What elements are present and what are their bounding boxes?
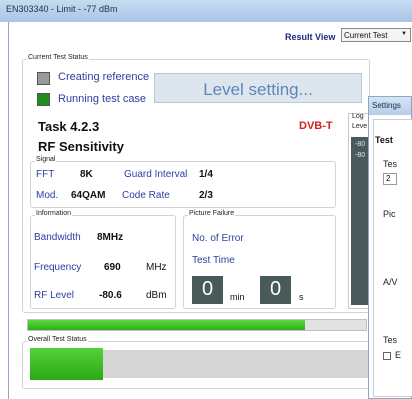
- guard-interval-label: Guard Interval: [124, 169, 188, 180]
- picture-failure-group-label: Picture Failure: [188, 210, 236, 217]
- test-time-label: Test Time: [192, 255, 235, 266]
- result-view-value: Current Test: [344, 31, 388, 40]
- settings-title[interactable]: Settings: [369, 97, 411, 115]
- chevron-down-icon: ▼: [401, 31, 407, 37]
- no-of-error-label: No. of Error: [192, 233, 244, 244]
- fft-value: 8K: [80, 169, 93, 180]
- frequency-label: Frequency: [34, 262, 82, 273]
- running-test-case-label: Running test case: [58, 93, 147, 105]
- guard-interval-value: 1/4: [199, 169, 213, 180]
- task-id: Task 4.2.3: [38, 119, 100, 134]
- overall-test-status-label: Overall Test Status: [27, 336, 88, 343]
- creating-reference-label: Creating reference: [58, 71, 150, 83]
- minutes-unit: min: [230, 292, 245, 302]
- title-bar: EN303340 - Limit - -77 dBm: [0, 0, 412, 22]
- signal-group-label: Signal: [35, 156, 57, 163]
- bandwidth-value: 8MHz: [97, 232, 124, 243]
- result-view-label: Result View: [285, 32, 336, 42]
- minutes-display: 0: [192, 276, 223, 304]
- information-group-label: Information: [35, 210, 73, 217]
- settings-av-label: A/V: [383, 277, 398, 287]
- fft-label: FFT: [36, 169, 55, 180]
- overall-progress-track: [103, 350, 373, 378]
- rf-level-label: RF Level: [34, 290, 75, 301]
- test-progress-bar: [27, 319, 367, 331]
- running-test-case-checkbox[interactable]: [37, 93, 50, 106]
- bandwidth-label: Bandwidth: [34, 232, 81, 243]
- mod-label: Mod.: [36, 190, 59, 201]
- settings-test2-label: Tes: [383, 335, 398, 345]
- result-view-select[interactable]: Current Test ▼: [341, 28, 411, 42]
- level-setting-status: Level setting...: [154, 73, 362, 103]
- frequency-value: 690: [104, 262, 121, 273]
- code-rate-label: Code Rate: [122, 190, 170, 201]
- settings-picture-label: Pic: [383, 209, 396, 219]
- log-entry: -80: [355, 152, 366, 159]
- standard-label: DVB-T: [299, 120, 333, 132]
- test-name: RF Sensitivity: [38, 139, 124, 154]
- settings-dialog: Settings Test Tes 2 Pic A/V Tes E: [368, 96, 412, 399]
- seconds-display: 0: [260, 276, 291, 304]
- rf-level-unit: dBm: [146, 290, 167, 301]
- log-level-label: Leve: [352, 123, 368, 130]
- seconds-unit: s: [299, 292, 304, 302]
- settings-test-heading: Test: [375, 135, 393, 145]
- rf-level-value: -80.6: [99, 290, 122, 301]
- mod-value: 64QAM: [71, 190, 106, 201]
- current-test-status-label: Current Test Status: [27, 54, 89, 61]
- window-title: EN303340 - Limit - -77 dBm: [6, 4, 118, 14]
- settings-checkbox[interactable]: [383, 352, 391, 360]
- creating-reference-checkbox[interactable]: [37, 72, 50, 85]
- log-entry: -80: [355, 141, 366, 148]
- frequency-unit: MHz: [146, 262, 167, 273]
- settings-test-field[interactable]: 2: [383, 173, 397, 185]
- settings-test-label: Tes: [383, 159, 398, 169]
- code-rate-value: 2/3: [199, 190, 213, 201]
- settings-checkbox-label: E: [395, 350, 402, 360]
- level-setting-text: Level setting...: [203, 80, 313, 99]
- overall-progress-fill: [30, 348, 103, 380]
- test-progress-fill: [28, 320, 306, 330]
- log-label: Log: [352, 113, 364, 120]
